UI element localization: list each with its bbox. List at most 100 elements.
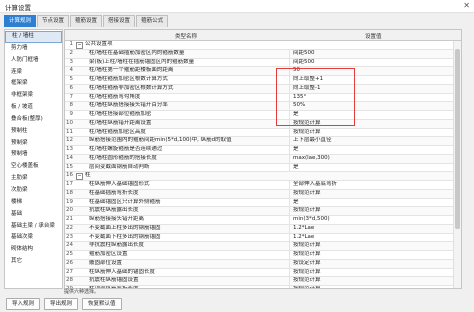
sidebar-item[interactable]: 基础	[5, 209, 62, 221]
row-number: 21	[66, 216, 73, 222]
sidebar-item[interactable]: 板 / 坡道	[5, 102, 62, 114]
tab-4[interactable]: 箍筋公式	[136, 15, 169, 27]
row-number: 14	[66, 154, 73, 161]
sidebar-item[interactable]: 框架梁	[5, 78, 62, 90]
table-row[interactable]: 11 柱/墙柱箍筋加密区高度 按规范计算	[65, 128, 461, 138]
table-row[interactable]: 9 柱/墙柱搭接部位箍筋加密是	[65, 111, 461, 120]
tab-3[interactable]: 搭接设置	[103, 15, 136, 27]
setting-name: 柱基础插筋弯折长度	[89, 189, 139, 196]
restore-default-button[interactable]: 恢复默认值	[82, 298, 122, 310]
sidebar-item[interactable]: 预制墙	[5, 149, 62, 161]
setting-value[interactable]: 1.2*Lae	[289, 233, 453, 242]
table-row[interactable]: 14 柱/墙柱圆形箍筋的搭接长度 max(lae,300)	[65, 154, 461, 164]
row-number: 10	[66, 119, 73, 126]
setting-name: 不变截面下柱多出的钢筋锚固	[89, 233, 161, 240]
sidebar-item[interactable]: 柱 / 墙柱	[5, 31, 62, 43]
export-button[interactable]: 导出规则	[44, 298, 79, 310]
setting-value[interactable]: 全部伸入基底弯折	[289, 181, 453, 189]
sidebar-item[interactable]: 其它	[5, 256, 62, 268]
setting-value[interactable]: 1.2*Lae	[289, 224, 453, 233]
setting-value[interactable]: 是	[289, 146, 453, 154]
row-number: 11	[66, 128, 73, 135]
sidebar-item[interactable]: 人防门框墙	[5, 55, 62, 67]
table-row[interactable]: 18 柱基础插筋弯折长度 按规范计算	[65, 189, 461, 199]
table-row[interactable]: 12 纵筋搭接范围内的箍筋间距min(5*d,100)中, 纵筋d的取值 上下层最小…	[65, 137, 461, 146]
table-row[interactable]: 6 柱/墙柱箍筋非加密区根数计算方式 向上取整-1	[65, 84, 461, 94]
setting-value[interactable]: 间距500	[289, 58, 453, 67]
setting-value[interactable]: 按设定计算	[289, 259, 453, 268]
setting-name: 层间变截面钢筋自动判断	[89, 163, 150, 170]
sidebar-item[interactable]: 基础次梁	[5, 232, 62, 244]
table-row[interactable]: 22 不变截面上柱多出的钢筋锚固 1.2*Lae	[65, 224, 461, 234]
setting-value[interactable]: 上下层最小直径	[289, 137, 453, 145]
close-icon[interactable]: ✕	[463, 1, 470, 11]
table-body: 1− 公共设置项 2 柱/墙柱在基础插筋加密区内的箍筋数量 间距500 3 梁(板)上柱/墙…	[65, 41, 461, 288]
table-row[interactable]: 2 柱/墙柱在基础插筋加密区内的箍筋数量 间距500	[65, 49, 461, 59]
sidebar-item[interactable]: 楼梯	[5, 197, 62, 209]
table-row[interactable]: 4 柱/墙柱第一个箍筋距楼板面的距离 50	[65, 67, 461, 76]
scrollbar-thumb[interactable]	[455, 49, 460, 229]
row-number: 26	[66, 259, 73, 266]
table-row[interactable]: 29 柱顶部纵筋弯折长度 按规范计算	[65, 286, 461, 288]
setting-value[interactable]: 按规范计算	[289, 268, 453, 277]
table-row[interactable]: 20 抗震柱纵筋露出长度 按规范计算	[65, 207, 461, 216]
table-row[interactable]: 8 柱/墙柱纵筋搭接接头错开百分率 50%	[65, 102, 461, 111]
sidebar-item[interactable]: 主肋梁	[5, 173, 62, 185]
setting-value[interactable]: min(3*d,500)	[289, 216, 453, 224]
setting-value[interactable]: 按规范计算	[289, 207, 453, 215]
collapse-icon[interactable]: −	[76, 173, 83, 181]
setting-name: 柱/墙柱第一个箍筋距楼板面的距离	[89, 67, 174, 74]
table-row[interactable]: 7 柱/墙柱箍筋弯勾角度 135°	[65, 93, 461, 103]
setting-value[interactable]: 是	[289, 198, 453, 207]
tab-2[interactable]: 箍筋设置	[70, 15, 103, 27]
sidebar-item[interactable]: 预制柱	[5, 126, 62, 138]
table-row[interactable]: 25 箍筋加密区设置 按规范计算	[65, 251, 461, 260]
setting-value[interactable]: 按规范计算	[289, 251, 453, 259]
collapse-icon[interactable]: −	[76, 42, 83, 49]
setting-value[interactable]: 按规范计算	[289, 286, 453, 288]
table-row[interactable]: 19 柱基础锚固区只计算外侧箍筋 是	[65, 198, 461, 208]
group-row[interactable]: 1− 公共设置项	[65, 41, 461, 50]
table-row[interactable]: 28 抗震柱纵筋锚固设置 按规范计算	[65, 277, 461, 286]
tab-0[interactable]: 计算规则	[4, 15, 37, 27]
sidebar-item[interactable]: 次肋梁	[5, 185, 62, 197]
sidebar-item[interactable]: 连梁	[5, 67, 62, 79]
setting-name: 柱/墙柱纵筋搭接接头错开百分率	[89, 102, 168, 109]
table-row[interactable]: 17 柱纵筋伸入基础锚固形式 全部伸入基底弯折	[65, 181, 461, 190]
table-row[interactable]: 13 柱/墙柱螺旋箍筋是否连续通过 是	[65, 146, 461, 155]
table-row[interactable]: 24 非抗震柱纵筋露出长度 按规范计算	[65, 242, 461, 251]
sidebar-item[interactable]: 基础主梁 / 承台梁	[5, 221, 62, 233]
setting-value[interactable]: 按规范计算	[289, 128, 453, 137]
table-row[interactable]: 26 嵌固部位设置 按设定计算	[65, 259, 461, 269]
sidebar-item[interactable]: 非框架梁	[5, 90, 62, 102]
table-row[interactable]: 21 纵筋搭接接头错开距离 min(3*d,500)	[65, 216, 461, 225]
setting-value[interactable]: max(lae,300)	[289, 154, 453, 163]
setting-value[interactable]: 按规范计算	[289, 242, 453, 250]
row-number: 19	[66, 198, 73, 205]
group-row[interactable]: 16− 柱	[65, 172, 461, 181]
vertical-scrollbar[interactable]	[453, 41, 461, 288]
table-row[interactable]: 27 柱纵筋伸入基础的锚固长度 按规范计算	[65, 268, 461, 278]
import-button[interactable]: 导入规则	[6, 298, 41, 310]
row-number: 18	[66, 189, 73, 196]
row-number: 13	[66, 146, 73, 152]
row-number: 5	[69, 76, 74, 82]
setting-value[interactable]: 间距500	[289, 49, 453, 58]
table-row[interactable]: 15 层间变截面钢筋自动判断 是	[65, 163, 461, 173]
table-row[interactable]: 10 柱/墙柱纵筋错开距离设置 按规范计算	[65, 119, 461, 129]
table-row[interactable]: 3 梁(板)上柱/墙柱在插筋锚固区内的箍筋数量 间距500	[65, 58, 461, 68]
setting-value[interactable]: 是	[289, 163, 453, 172]
sidebar-item[interactable]: 砌体结构	[5, 244, 62, 256]
setting-name: 抗震柱纵筋锚固设置	[89, 277, 139, 284]
tab-1[interactable]: 节点设置	[37, 15, 70, 27]
table-row[interactable]: 23 不变截面下柱多出的钢筋锚固 1.2*Lae	[65, 233, 461, 243]
table-row[interactable]: 5 柱/墙柱箍筋加密区根数计算方式 向上取整+1	[65, 76, 461, 85]
sidebar-item[interactable]: 叠合板(整厚)	[5, 114, 62, 126]
sidebar-item[interactable]: 预制梁	[5, 138, 62, 150]
sidebar-item[interactable]: 剪力墙	[5, 43, 62, 55]
setting-name: 柱/墙柱圆形箍筋的搭接长度	[89, 154, 157, 161]
sidebar-item[interactable]: 空心楼盖板	[5, 161, 62, 173]
setting-value[interactable]: 按规范计算	[289, 189, 453, 198]
header-name: 类型名称	[175, 33, 198, 40]
setting-value[interactable]: 按规范计算	[289, 277, 453, 285]
